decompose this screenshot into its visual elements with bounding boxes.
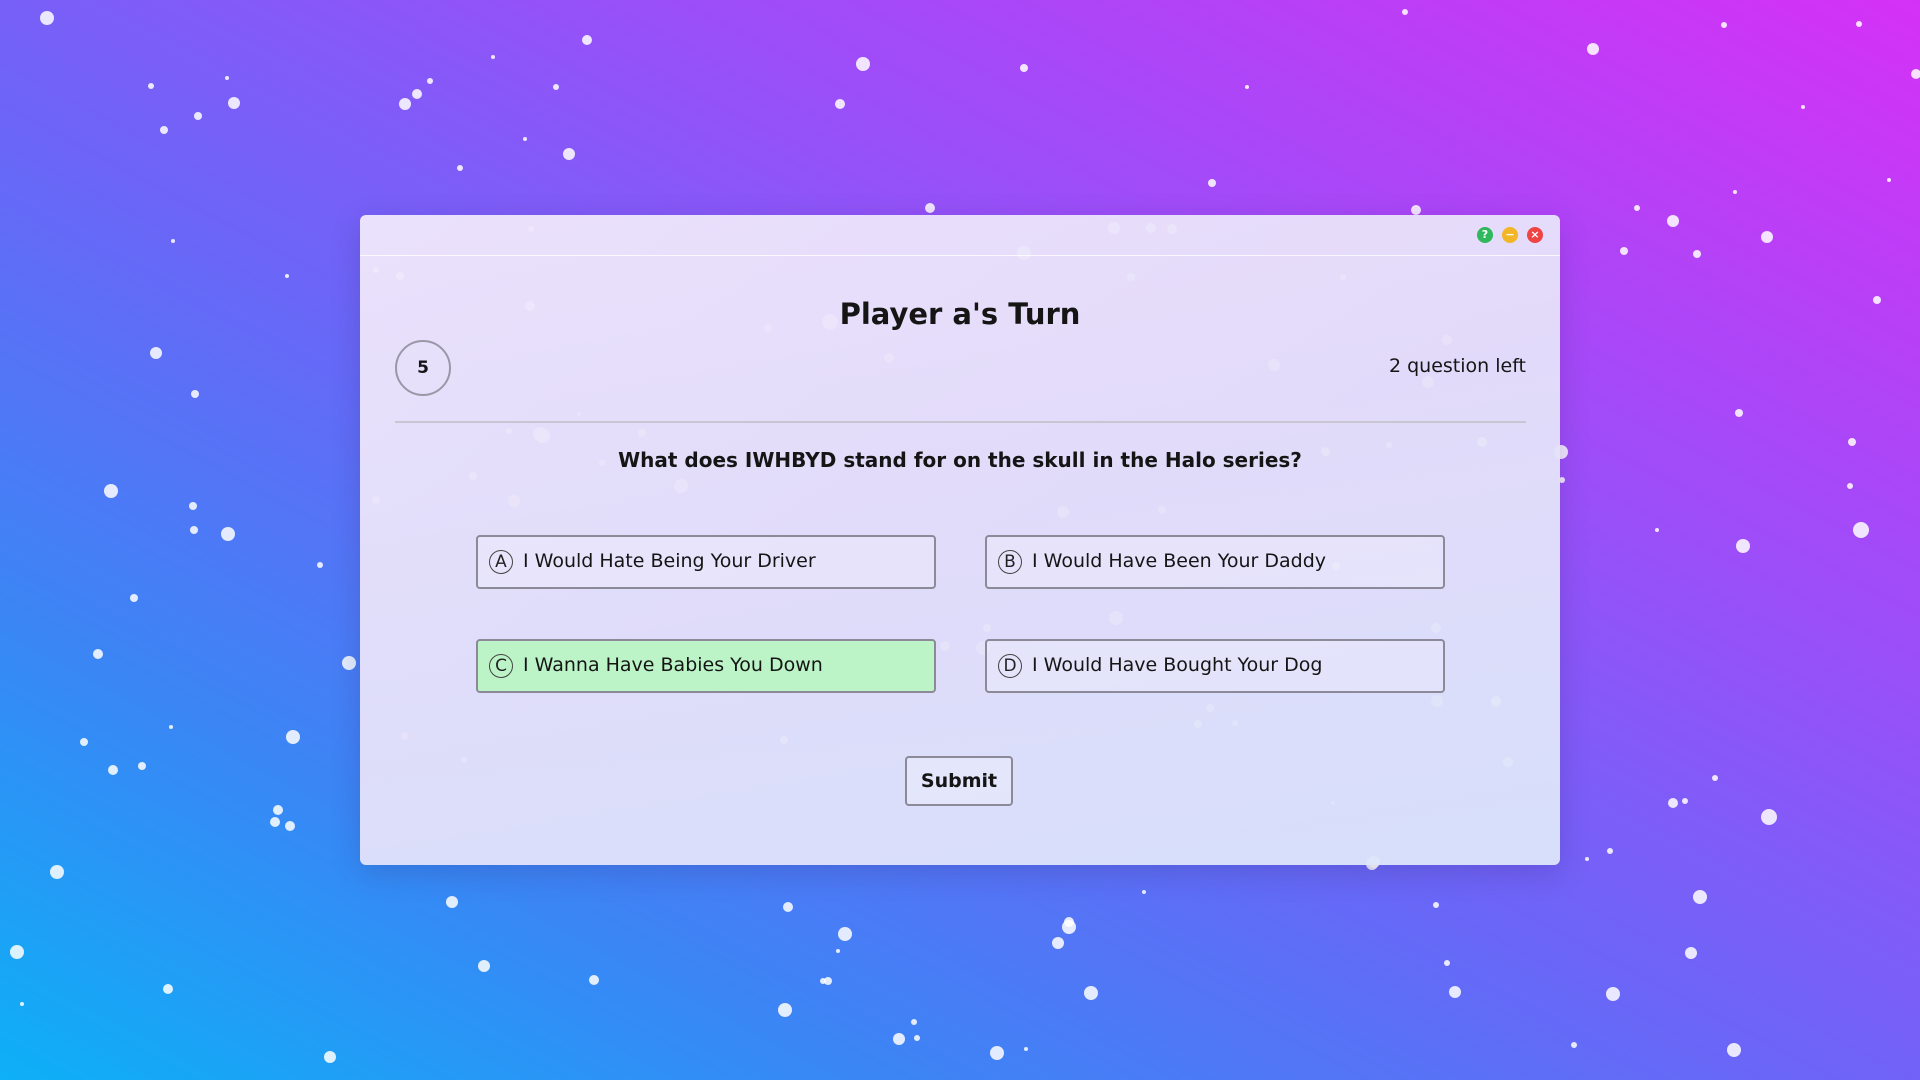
game-window: ? − × Player a's Turn 5 2 question left … bbox=[360, 215, 1560, 865]
minimize-icon[interactable]: − bbox=[1502, 227, 1518, 243]
countdown-timer: 5 bbox=[395, 340, 451, 396]
help-icon[interactable]: ? bbox=[1477, 227, 1493, 243]
option-letter-c: C bbox=[489, 654, 513, 678]
answer-option-b[interactable]: B I Would Have Been Your Daddy bbox=[985, 535, 1445, 589]
turn-title: Player a's Turn bbox=[839, 297, 1081, 331]
option-text-d: I Would Have Bought Your Dog bbox=[1032, 654, 1323, 676]
option-text-a: I Would Hate Being Your Driver bbox=[523, 550, 816, 572]
option-text-b: I Would Have Been Your Daddy bbox=[1032, 550, 1326, 572]
option-letter-d: D bbox=[998, 654, 1022, 678]
option-text-c: I Wanna Have Babies You Down bbox=[523, 654, 823, 676]
submit-button[interactable]: Submit bbox=[905, 756, 1013, 806]
window-titlebar: ? − × bbox=[360, 215, 1560, 256]
answer-option-a[interactable]: A I Would Hate Being Your Driver bbox=[476, 535, 936, 589]
question-text: What does IWHBYD stand for on the skull … bbox=[618, 448, 1302, 472]
answer-option-c[interactable]: C I Wanna Have Babies You Down bbox=[476, 639, 936, 693]
option-letter-b: B bbox=[998, 550, 1022, 574]
close-icon[interactable]: × bbox=[1527, 227, 1543, 243]
option-letter-a: A bbox=[489, 550, 513, 574]
answer-option-d[interactable]: D I Would Have Bought Your Dog bbox=[985, 639, 1445, 693]
header-divider bbox=[395, 421, 1526, 423]
questions-left-label: 2 question left bbox=[1388, 355, 1526, 377]
